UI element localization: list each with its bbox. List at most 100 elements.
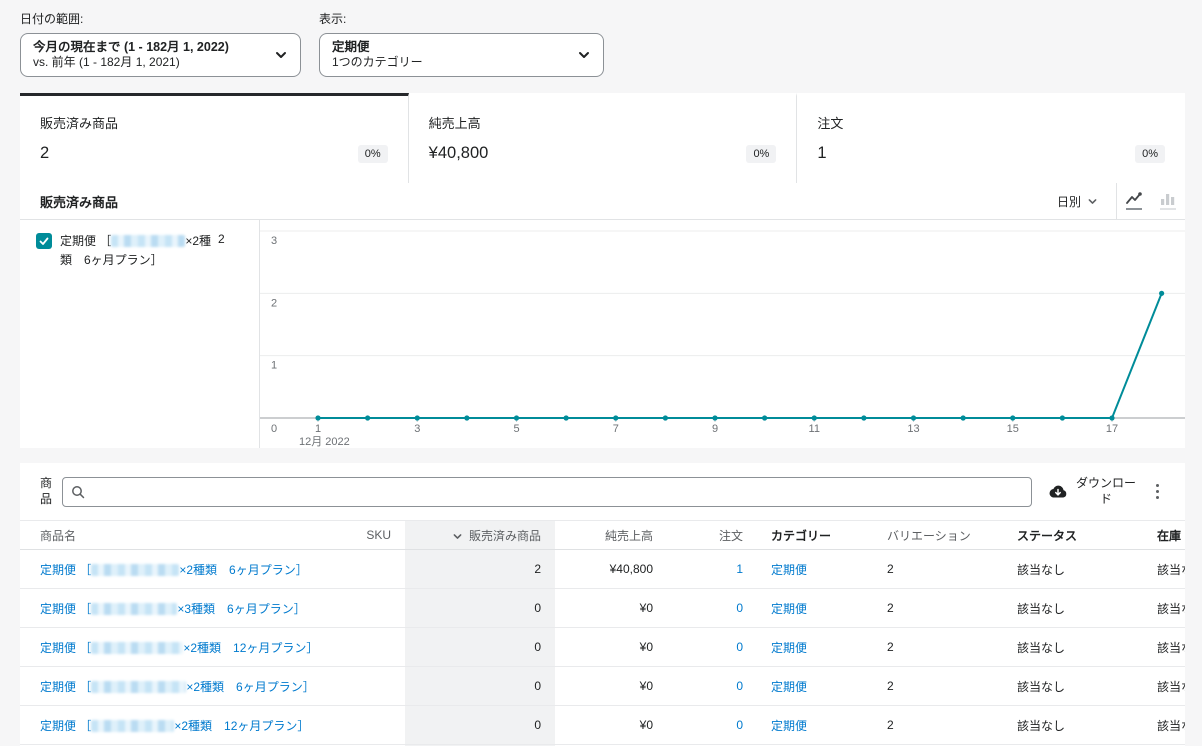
column-header-4[interactable]: 純売上高 <box>555 521 667 550</box>
table-row: 定期便 ［×2種類 6ヶ月プラン］0¥00定期便2該当なし該当なし <box>20 667 1185 706</box>
category-link[interactable]: 定期便 <box>771 719 807 733</box>
redacted-product-name <box>91 603 177 615</box>
category-cell: 定期便 <box>757 628 873 667</box>
chart-legend: 定期便 ［×2種類 6ヶ月プラン］ 2 <box>20 220 260 448</box>
date-range-dropdown[interactable]: 今月の現在まで (1 - 182月 1, 2022) vs. 前年 (1 - 1… <box>20 33 301 77</box>
column-header-6[interactable]: カテゴリー <box>757 521 873 550</box>
sku-cell <box>350 628 405 667</box>
column-header-3[interactable]: 販売済み商品 <box>405 521 555 550</box>
metric-change-badge: 0% <box>746 145 776 163</box>
net-sales-cell: ¥0 <box>555 667 667 706</box>
product-name-cell: 定期便 ［×2種類 12ヶ月プラン］ <box>20 628 350 667</box>
net-sales-cell: ¥0 <box>555 589 667 628</box>
checkbox-checked-icon[interactable] <box>36 233 52 249</box>
search-box[interactable] <box>62 477 1032 507</box>
orders-link[interactable]: 0 <box>736 679 743 693</box>
granularity-dropdown[interactable]: 日別 <box>1039 183 1116 219</box>
column-header-7[interactable]: バリエーション <box>873 521 1003 550</box>
product-link[interactable]: 定期便 ［×3種類 6ヶ月プラン］ <box>40 602 306 616</box>
inventory-cell: 該当なし <box>1143 550 1185 589</box>
metric-card-net-sales[interactable]: 純売上高 ¥40,800 0% <box>409 93 798 183</box>
analytics-report-page: 日付の範囲: 今月の現在まで (1 - 182月 1, 2022) vs. 前年… <box>0 0 1202 746</box>
svg-text:1: 1 <box>315 423 321 435</box>
orders-cell: 0 <box>667 589 757 628</box>
svg-text:15: 15 <box>1007 423 1019 435</box>
orders-cell: 0 <box>667 667 757 706</box>
legend-value: 2 <box>218 232 225 246</box>
column-header-2[interactable]: SKU <box>350 521 405 550</box>
sku-cell <box>350 706 405 745</box>
inventory-cell: 該当なし <box>1143 628 1185 667</box>
chart-header: 販売済み商品 日別 <box>20 183 1185 220</box>
redacted-product-name <box>111 235 185 247</box>
redacted-product-name <box>91 564 179 576</box>
column-header-9[interactable]: 在庫 <box>1143 521 1185 550</box>
redacted-product-name <box>91 642 183 654</box>
download-button[interactable]: ダウンロード <box>1048 476 1138 507</box>
line-chart-toggle[interactable] <box>1117 183 1151 220</box>
metric-label: 注文 <box>817 113 1165 132</box>
table-row: 定期便 ［×2種類 6ヶ月プラン］2¥40,8001定期便2該当なし該当なし <box>20 550 1185 589</box>
variations-cell: 2 <box>873 589 1003 628</box>
table-group-label: 商品 <box>40 476 58 507</box>
metric-card-items-sold[interactable]: 販売済み商品 2 0% <box>20 93 409 183</box>
bar-chart-toggle[interactable] <box>1151 183 1185 220</box>
category-link[interactable]: 定期便 <box>771 680 807 694</box>
svg-text:12月 2022: 12月 2022 <box>299 436 350 448</box>
category-link[interactable]: 定期便 <box>771 602 807 616</box>
display-value: 定期便 1つのカテゴリー <box>332 40 567 71</box>
more-options-button[interactable] <box>1144 476 1171 507</box>
display-dropdown[interactable]: 定期便 1つのカテゴリー <box>319 33 604 77</box>
orders-link[interactable]: 1 <box>736 562 743 576</box>
orders-link[interactable]: 0 <box>736 640 743 654</box>
inventory-cell: 該当なし <box>1143 589 1185 628</box>
metric-card-orders[interactable]: 注文 1 0% <box>797 93 1185 183</box>
metric-value: 2 <box>40 144 49 163</box>
cloud-download-icon <box>1048 484 1068 499</box>
product-link[interactable]: 定期便 ［×2種類 6ヶ月プラン］ <box>40 680 315 694</box>
svg-text:3: 3 <box>271 235 277 247</box>
category-cell: 定期便 <box>757 550 873 589</box>
net-sales-cell: ¥0 <box>555 706 667 745</box>
chevron-down-icon <box>274 48 288 62</box>
items-sold-cell: 0 <box>405 706 555 745</box>
svg-text:11: 11 <box>809 423 820 435</box>
svg-text:9: 9 <box>712 423 718 435</box>
legend-item[interactable]: 定期便 ［×2種類 6ヶ月プラン］ 2 <box>36 232 245 269</box>
sku-cell <box>350 667 405 706</box>
product-name-cell: 定期便 ［×2種類 6ヶ月プラン］ <box>20 550 350 589</box>
column-header-1[interactable]: 商品名 <box>20 521 350 550</box>
svg-text:17: 17 <box>1106 423 1118 435</box>
category-link[interactable]: 定期便 <box>771 641 807 655</box>
kebab-icon <box>1156 484 1159 487</box>
status-cell: 該当なし <box>1003 667 1143 706</box>
product-link[interactable]: 定期便 ［×2種類 12ヶ月プラン］ <box>40 641 318 655</box>
orders-link[interactable]: 0 <box>736 601 743 615</box>
orders-link[interactable]: 0 <box>736 718 743 732</box>
redacted-product-name <box>91 720 174 732</box>
sku-cell <box>350 550 405 589</box>
product-link[interactable]: 定期便 ［×2種類 6ヶ月プラン］ <box>40 563 308 577</box>
category-cell: 定期便 <box>757 706 873 745</box>
bar-chart-icon <box>1160 192 1176 206</box>
category-link[interactable]: 定期便 <box>771 563 807 577</box>
orders-cell: 0 <box>667 706 757 745</box>
search-input[interactable] <box>91 485 1023 499</box>
filter-bar: 日付の範囲: 今月の現在まで (1 - 182月 1, 2022) vs. 前年… <box>0 0 1202 93</box>
table-header-row: 商品名SKU販売済み商品純売上高注文カテゴリーバリエーションステータス在庫 <box>20 521 1185 550</box>
net-sales-cell: ¥0 <box>555 628 667 667</box>
product-link[interactable]: 定期便 ［×2種類 12ヶ月プラン］ <box>40 719 309 733</box>
column-header-8[interactable]: ステータス <box>1003 521 1143 550</box>
line-chart-plot[interactable]: 0123135791113151712月 2022 <box>260 220 1185 448</box>
display-label: 表示: <box>319 10 604 27</box>
svg-text:5: 5 <box>513 423 519 435</box>
chart-title: 販売済み商品 <box>20 192 1039 211</box>
svg-text:1: 1 <box>271 360 277 372</box>
legend-label: 定期便 ［×2種類 6ヶ月プラン］ <box>60 232 212 269</box>
product-name-cell: 定期便 ［×2種類 6ヶ月プラン］ <box>20 667 350 706</box>
svg-text:0: 0 <box>271 423 277 435</box>
column-header-5[interactable]: 注文 <box>667 521 757 550</box>
category-cell: 定期便 <box>757 667 873 706</box>
variations-cell: 2 <box>873 550 1003 589</box>
line-chart-icon <box>1125 192 1143 206</box>
